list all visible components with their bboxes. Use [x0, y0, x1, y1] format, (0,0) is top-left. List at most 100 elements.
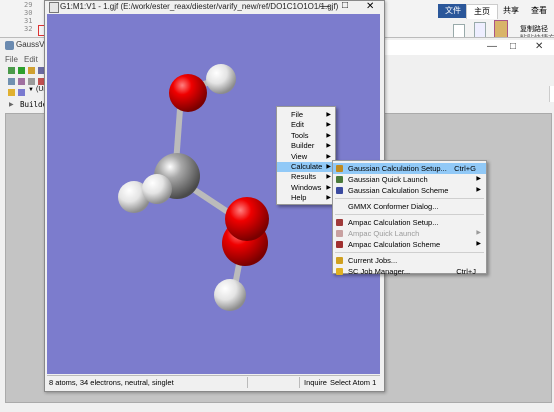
menu-item-builder[interactable]: Builder ▶	[277, 141, 335, 151]
menu-item-label: Results	[291, 172, 317, 182]
menu-item-windows[interactable]: Windows ▶	[277, 183, 335, 193]
chevron-right-icon: ▶	[326, 143, 331, 150]
chevron-right-icon: ▶	[326, 195, 331, 202]
chevron-right-icon: ▶	[326, 132, 331, 139]
menu-item-file[interactable]: File ▶	[277, 110, 335, 120]
close-icon[interactable]: ✕	[535, 41, 543, 52]
scrollbar[interactable]	[549, 86, 554, 102]
submenu-item-gmmx-conformer-dialog[interactable]: GMMX Conformer Dialog...	[333, 201, 486, 212]
menu-item-label: Windows	[291, 182, 322, 192]
chevron-right-icon: ▶	[326, 122, 331, 129]
expand-arrow-icon[interactable]: ▶	[9, 101, 14, 108]
gaussian-quick-launch-icon	[336, 176, 343, 183]
menu-item-help[interactable]: Help ▶	[277, 193, 335, 203]
shortcut-label: Ctrl+G	[454, 164, 476, 173]
minimize-icon[interactable]: —	[320, 1, 330, 12]
settings-icon[interactable]	[8, 89, 15, 96]
divider	[247, 377, 248, 388]
calculate-submenu: Gaussian Calculation Setup... Ctrl+G Gauss…	[332, 160, 487, 277]
ampac-calculation-scheme-icon	[336, 241, 343, 248]
submenu-item-current-jobs[interactable]: Current Jobs...	[333, 255, 486, 266]
hydrogen-atom[interactable]	[214, 279, 246, 311]
hydrogen-atom[interactable]	[142, 174, 172, 204]
submenu-item-label: Ampac Calculation Setup...	[348, 218, 439, 227]
menu-item-edit[interactable]: Edit ▶	[277, 120, 335, 130]
close-icon[interactable]: ✕	[366, 1, 374, 12]
submenu-item-gaussian-quick-launch[interactable]: Gaussian Quick Launch ▶	[333, 174, 486, 185]
menu-separator	[335, 214, 484, 215]
menu-item-tools[interactable]: Tools ▶	[277, 131, 335, 141]
copy-icon[interactable]	[474, 22, 486, 38]
menu-item-label: Edit	[291, 120, 304, 130]
context-menu: File ▶ Edit ▶ Tools ▶ Builder ▶ View ▶ Calculate ▶ R…	[276, 106, 336, 205]
menu-item-results[interactable]: Results ▶	[277, 172, 335, 182]
window-icon	[49, 2, 59, 13]
submenu-item-label: Current Jobs...	[348, 256, 398, 265]
open-icon[interactable]	[28, 67, 35, 74]
line-number: 32	[24, 25, 33, 33]
menu-item-label: View	[291, 151, 308, 161]
maximize-icon[interactable]: □	[342, 0, 348, 11]
mode-label: Inquire	[304, 378, 327, 387]
chevron-right-icon: ▶	[326, 112, 331, 118]
line-number: 29	[24, 1, 33, 9]
gaussview-app-icon	[5, 41, 14, 50]
submenu-item-ampac-calculation-setup[interactable]: Ampac Calculation Setup...	[333, 217, 486, 228]
action-label: Select Atom 1	[330, 378, 377, 387]
submenu-item-label: SC Job Manager...	[348, 267, 411, 276]
menu-separator	[335, 252, 484, 253]
fragment-icon[interactable]	[28, 78, 35, 85]
tab-share[interactable]: 共享	[496, 4, 526, 18]
main-window-titlebar	[383, 40, 554, 55]
menu-item-label: Tools	[291, 130, 309, 140]
line-number: 30	[24, 9, 33, 17]
pin-icon[interactable]	[453, 24, 465, 38]
status-bar: 8 atoms, 34 electrons, neutral, singlet …	[47, 375, 380, 389]
menu-edit[interactable]: Edit	[24, 55, 38, 64]
menu-file[interactable]: File	[5, 55, 18, 64]
submenu-item-label: Ampac Calculation Scheme	[348, 240, 441, 249]
submenu-item-gaussian-calculation-scheme[interactable]: Gaussian Calculation Scheme ▶	[333, 185, 486, 196]
menu-item-calculate[interactable]: Calculate ▶	[277, 162, 335, 173]
select-icon[interactable]	[18, 89, 25, 96]
submenu-item-label: Ampac Quick Launch	[348, 229, 420, 238]
chevron-right-icon: ▶	[326, 153, 331, 160]
sc-job-manager-icon	[336, 268, 343, 275]
submenu-item-ampac-quick-launch[interactable]: Ampac Quick Launch ▶	[333, 228, 486, 239]
grid-icon[interactable]	[8, 78, 15, 85]
ampac-calculation-setup-icon	[336, 219, 343, 226]
chevron-right-icon: ▶	[326, 164, 331, 170]
menu-item-label: Calculate	[291, 162, 323, 171]
submenu-item-label: Gaussian Calculation Scheme	[348, 186, 449, 195]
menu-item-label: Help	[291, 193, 307, 203]
add-icon[interactable]	[18, 67, 25, 74]
menu-item-view[interactable]: View ▶	[277, 152, 335, 162]
chevron-right-icon: ▶	[326, 174, 331, 181]
oxygen-atom[interactable]	[169, 74, 207, 112]
chevron-down-icon[interactable]: ▼	[28, 87, 34, 93]
current-jobs-icon	[336, 257, 343, 264]
chevron-right-icon: ▶	[476, 176, 481, 182]
submenu-item-gaussian-calculation-setup[interactable]: Gaussian Calculation Setup... Ctrl+G	[333, 163, 486, 174]
gaussian-calculation-setup-icon	[336, 165, 343, 172]
gaussian-calculation-scheme-icon	[336, 187, 343, 194]
menu-separator	[335, 198, 484, 199]
oxygen-atom[interactable]	[225, 197, 269, 241]
tab-file[interactable]: 文件	[438, 4, 468, 18]
tab-home[interactable]: 主页	[466, 4, 498, 19]
molecule-window-title: G1:M1:V1 - 1.gjf (E:/work/ester_reax/die…	[60, 2, 339, 11]
shortcut-label: Ctrl+J	[456, 267, 476, 276]
line-number: 31	[24, 17, 33, 25]
view-icon[interactable]	[18, 78, 25, 85]
new-icon[interactable]	[8, 67, 15, 74]
tab-view[interactable]: 查看	[524, 4, 554, 18]
paste-icon[interactable]	[494, 20, 508, 38]
submenu-item-ampac-calculation-scheme[interactable]: Ampac Calculation Scheme ▶	[333, 239, 486, 250]
minimize-icon[interactable]: —	[487, 41, 497, 52]
ampac-quick-launch-icon	[336, 230, 343, 237]
submenu-item-sc-job-manager[interactable]: SC Job Manager... Ctrl+J	[333, 266, 486, 277]
maximize-icon[interactable]: □	[510, 41, 516, 52]
menu-item-label: Builder	[291, 141, 315, 151]
gaussview-title: GaussVi	[16, 40, 47, 49]
hydrogen-atom[interactable]	[206, 64, 236, 94]
